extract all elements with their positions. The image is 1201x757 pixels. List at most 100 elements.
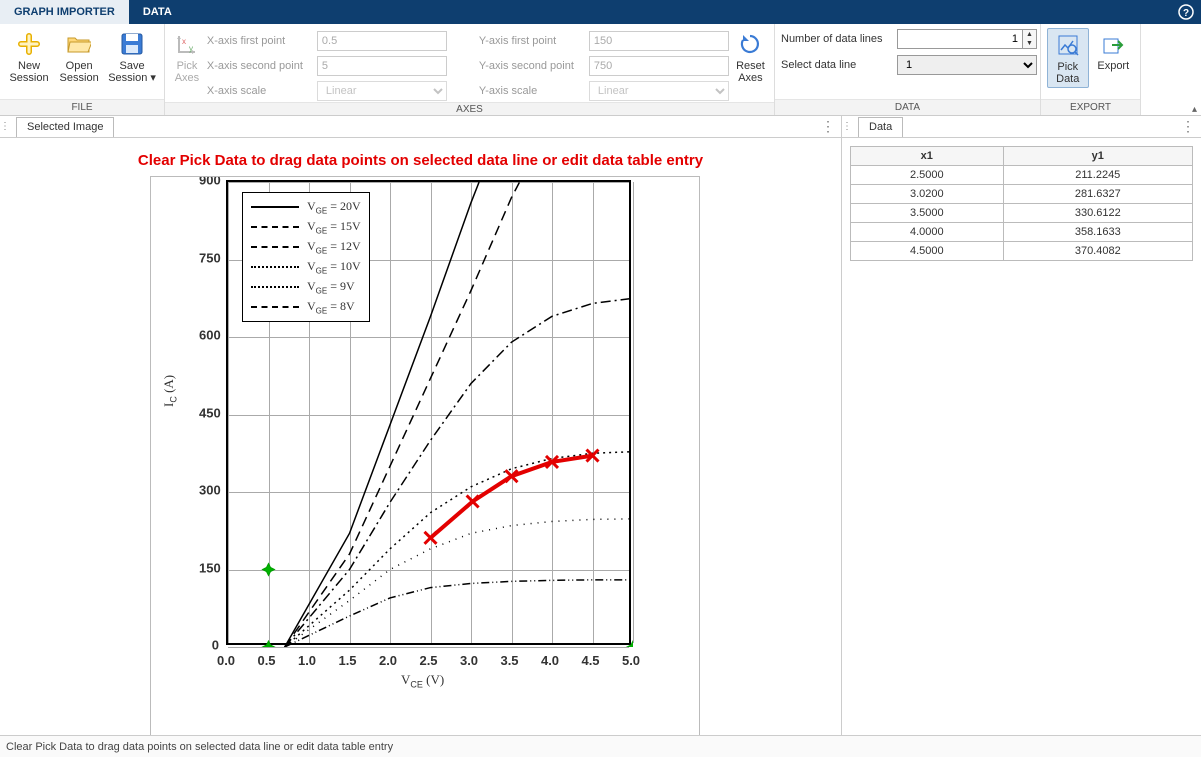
reset-icon xyxy=(739,30,761,58)
table-cell[interactable]: 3.5000 xyxy=(851,204,1004,223)
panel-options-icon[interactable]: ⋮ xyxy=(821,118,835,135)
y-axis-label: IC (A) xyxy=(161,375,179,407)
ribbon-group-file-label: FILE xyxy=(0,99,164,115)
x-second-point-label: X-axis second point xyxy=(207,60,311,72)
plus-icon xyxy=(17,30,41,58)
y-tick: 450 xyxy=(199,405,219,420)
selected-image-pane: Clear Pick Data to drag data points on s… xyxy=(0,138,842,735)
y-second-point-label: Y-axis second point xyxy=(479,60,583,72)
tab-selected-image[interactable]: Selected Image xyxy=(16,117,114,137)
table-row[interactable]: 3.5000330.6122 xyxy=(851,204,1193,223)
table-row[interactable]: 4.0000358.1633 xyxy=(851,223,1193,242)
y-tick: 900 xyxy=(199,176,219,188)
spin-up-icon[interactable]: ▲ xyxy=(1023,30,1036,39)
table-cell[interactable]: 4.0000 xyxy=(851,223,1004,242)
table-row[interactable]: 2.5000211.2245 xyxy=(851,166,1193,185)
pick-data-label: PickData xyxy=(1056,61,1079,85)
new-session-label: NewSession xyxy=(9,60,48,84)
y-tick: 750 xyxy=(199,250,219,265)
ribbon-group-export: PickData Export EXPORT xyxy=(1041,24,1141,115)
pick-data-button[interactable]: PickData xyxy=(1047,28,1089,88)
y-first-point-input xyxy=(589,31,729,51)
panel-options-icon[interactable]: ⋮ xyxy=(1181,118,1195,135)
collapse-ribbon-icon[interactable]: ▴ xyxy=(1192,104,1197,115)
x-second-point-input xyxy=(317,56,447,76)
y-tick: 600 xyxy=(199,328,219,343)
ribbon-group-export-label: EXPORT xyxy=(1041,99,1140,115)
x-tick: 2.0 xyxy=(379,653,397,668)
num-lines-input[interactable] xyxy=(897,29,1023,49)
tab-graph-importer[interactable]: GRAPH IMPORTER xyxy=(0,0,129,24)
save-icon xyxy=(121,30,143,58)
x-tick: 3.5 xyxy=(500,653,518,668)
x-first-point-input xyxy=(317,31,447,51)
export-icon xyxy=(1102,30,1124,58)
ribbon-group-data-label: DATA xyxy=(775,99,1040,115)
x-tick: 0.0 xyxy=(217,653,235,668)
table-cell[interactable]: 281.6327 xyxy=(1003,185,1192,204)
table-cell[interactable]: 370.4082 xyxy=(1003,242,1192,261)
x-tick: 4.5 xyxy=(581,653,599,668)
table-cell[interactable]: 3.0200 xyxy=(851,185,1004,204)
x-tick: 5.0 xyxy=(622,653,640,668)
axes-pick-icon: xy xyxy=(176,30,198,58)
save-session-label: SaveSession xyxy=(108,60,147,84)
num-lines-spinner[interactable]: ▲▼ xyxy=(897,29,1037,49)
y-tick: 300 xyxy=(199,483,219,498)
table-cell[interactable]: 4.5000 xyxy=(851,242,1004,261)
workspace: Clear Pick Data to drag data points on s… xyxy=(0,138,1201,735)
panel-gutter-icon: ⋮ xyxy=(0,121,10,132)
new-session-button[interactable]: NewSession xyxy=(6,28,52,86)
table-cell[interactable]: 211.2245 xyxy=(1003,166,1192,185)
export-button[interactable]: Export xyxy=(1093,28,1134,74)
table-cell[interactable]: 2.5000 xyxy=(851,166,1004,185)
svg-text:?: ? xyxy=(1183,8,1189,19)
export-label: Export xyxy=(1097,60,1129,72)
pick-data-icon xyxy=(1057,31,1079,59)
table-header: x1 xyxy=(851,147,1004,166)
table-header: y1 xyxy=(1003,147,1192,166)
y-scale-select: Linear xyxy=(589,81,729,101)
x-tick: 1.0 xyxy=(298,653,316,668)
table-cell[interactable]: 330.6122 xyxy=(1003,204,1192,223)
reset-axes-button[interactable]: ResetAxes xyxy=(733,28,768,86)
x-tick: 0.5 xyxy=(257,653,275,668)
chart-container[interactable]: 0150300450600750900 VGE = 20VVGE = 15VVG… xyxy=(150,176,700,735)
pick-axes-button: xy PickAxes xyxy=(171,28,203,86)
table-cell[interactable]: 358.1633 xyxy=(1003,223,1192,242)
dropdown-caret-icon: ▾ xyxy=(150,72,156,84)
select-line-select[interactable]: 1 xyxy=(897,55,1037,75)
save-session-button[interactable]: SaveSession ▾ xyxy=(106,28,158,86)
tab-data-panel[interactable]: Data xyxy=(858,117,903,137)
ribbon: NewSession OpenSession SaveSession ▾ FIL… xyxy=(0,24,1201,116)
table-row[interactable]: 3.0200281.6327 xyxy=(851,185,1193,204)
select-line-label: Select data line xyxy=(781,59,891,71)
ribbon-group-file: NewSession OpenSession SaveSession ▾ FIL… xyxy=(0,24,165,115)
panel-gutter-icon: ⋮ xyxy=(842,121,852,132)
table-row[interactable]: 4.5000370.4082 xyxy=(851,242,1193,261)
hint-text: Clear Pick Data to drag data points on s… xyxy=(0,152,841,169)
y-tick: 150 xyxy=(199,560,219,575)
x-tick: 1.5 xyxy=(338,653,356,668)
y-second-point-input xyxy=(589,56,729,76)
svg-text:y: y xyxy=(189,44,193,53)
spin-down-icon[interactable]: ▼ xyxy=(1023,39,1036,48)
x-tick: 2.5 xyxy=(419,653,437,668)
ribbon-group-axes: xy PickAxes X-axis first point Y-axis fi… xyxy=(165,24,775,115)
data-table[interactable]: x1y1 2.5000211.22453.0200281.63273.50003… xyxy=(850,146,1193,261)
svg-text:x: x xyxy=(182,37,186,46)
pick-axes-label: PickAxes xyxy=(175,60,199,84)
ribbon-group-data: Number of data lines ▲▼ Select data line… xyxy=(775,24,1041,115)
x-tick: 4.0 xyxy=(541,653,559,668)
tab-data[interactable]: DATA xyxy=(129,0,186,24)
open-session-label: OpenSession xyxy=(60,60,99,84)
status-bar: Clear Pick Data to drag data points on s… xyxy=(0,735,1201,757)
help-icon[interactable]: ? xyxy=(1171,0,1201,24)
num-lines-label: Number of data lines xyxy=(781,33,891,45)
x-first-point-label: X-axis first point xyxy=(207,35,311,47)
ribbon-group-axes-label: AXES xyxy=(165,102,774,115)
app-tabs: GRAPH IMPORTER DATA ? xyxy=(0,0,1201,24)
x-tick: 3.0 xyxy=(460,653,478,668)
open-session-button[interactable]: OpenSession xyxy=(56,28,102,86)
chart-plot-area[interactable]: VGE = 20VVGE = 15VVGE = 12VVGE = 10VVGE … xyxy=(226,180,631,645)
